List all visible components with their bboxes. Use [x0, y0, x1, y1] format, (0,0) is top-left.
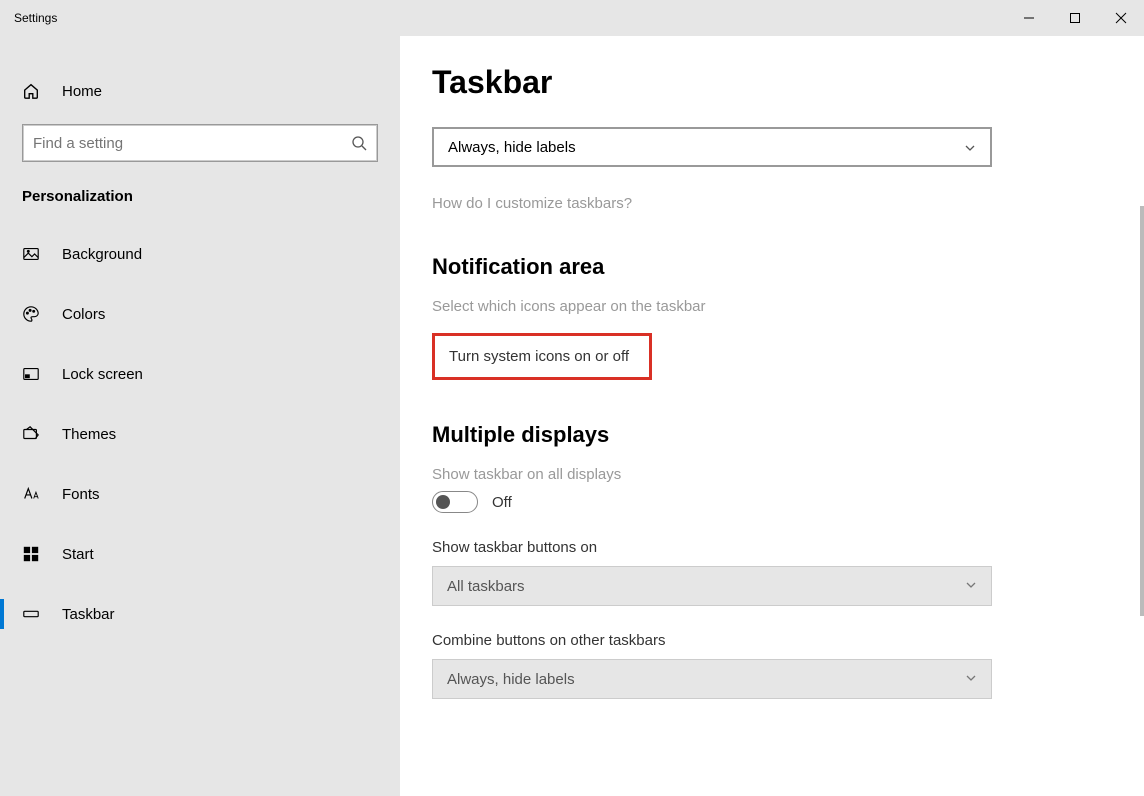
window-title: Settings — [0, 11, 57, 25]
combine-other-select[interactable]: Always, hide labels — [432, 659, 992, 699]
show-buttons-on-label: Show taskbar buttons on — [432, 539, 1144, 556]
start-icon — [22, 545, 40, 563]
sidebar-item-start[interactable]: Start — [0, 529, 400, 579]
scrollbar[interactable] — [1140, 36, 1144, 796]
minimize-button[interactable] — [1006, 0, 1052, 36]
home-nav[interactable]: Home — [0, 66, 400, 116]
multiple-displays-heading: Multiple displays — [432, 422, 1144, 448]
maximize-button[interactable] — [1052, 0, 1098, 36]
sidebar-item-label: Colors — [62, 306, 105, 323]
titlebar: Settings — [0, 0, 1144, 36]
close-button[interactable] — [1098, 0, 1144, 36]
fonts-icon — [22, 485, 40, 503]
select-value: Always, hide labels — [448, 139, 576, 156]
lockscreen-icon — [22, 365, 40, 383]
sidebar-item-label: Themes — [62, 426, 116, 443]
notification-heading: Notification area — [432, 254, 1144, 280]
search-input-wrap[interactable] — [22, 124, 378, 162]
sidebar-item-lockscreen[interactable]: Lock screen — [0, 349, 400, 399]
chevron-down-icon — [964, 141, 976, 153]
content-pane: Taskbar Always, hide labels How do I cus… — [400, 36, 1144, 796]
sidebar-item-label: Background — [62, 246, 142, 263]
show-taskbar-all-label: Show taskbar on all displays — [432, 466, 1144, 483]
select-icons-link[interactable]: Select which icons appear on the taskbar — [432, 298, 1144, 315]
sidebar-item-label: Fonts — [62, 486, 100, 503]
system-icons-link-highlighted[interactable]: Turn system icons on or off — [432, 333, 652, 380]
select-value: All taskbars — [447, 578, 525, 595]
sidebar-item-background[interactable]: Background — [0, 229, 400, 279]
toggle-state-label: Off — [492, 494, 512, 511]
sidebar-item-label: Lock screen — [62, 366, 143, 383]
category-label: Personalization — [0, 188, 400, 205]
sidebar-item-colors[interactable]: Colors — [0, 289, 400, 339]
page-title: Taskbar — [432, 64, 1144, 101]
sidebar-item-taskbar[interactable]: Taskbar — [0, 589, 400, 639]
combine-buttons-select-top[interactable]: Always, hide labels — [432, 127, 992, 167]
search-icon — [351, 135, 367, 151]
sidebar-item-label: Start — [62, 546, 94, 563]
sidebar-item-themes[interactable]: Themes — [0, 409, 400, 459]
picture-icon — [22, 245, 40, 263]
themes-icon — [22, 425, 40, 443]
sidebar-item-fonts[interactable]: Fonts — [0, 469, 400, 519]
show-taskbar-all-toggle[interactable] — [432, 491, 478, 513]
chevron-down-icon — [965, 671, 977, 688]
select-value: Always, hide labels — [447, 671, 575, 688]
home-icon — [22, 82, 40, 100]
chevron-down-icon — [965, 578, 977, 595]
home-label: Home — [62, 83, 102, 100]
sidebar-item-label: Taskbar — [62, 606, 115, 623]
show-buttons-on-select[interactable]: All taskbars — [432, 566, 992, 606]
search-input[interactable] — [33, 135, 351, 152]
help-link[interactable]: How do I customize taskbars? — [432, 195, 1144, 212]
taskbar-icon — [22, 605, 40, 623]
scrollbar-thumb[interactable] — [1140, 206, 1144, 616]
palette-icon — [22, 305, 40, 323]
combine-other-label: Combine buttons on other taskbars — [432, 632, 1144, 649]
sidebar: Home Personalization Background — [0, 36, 400, 796]
